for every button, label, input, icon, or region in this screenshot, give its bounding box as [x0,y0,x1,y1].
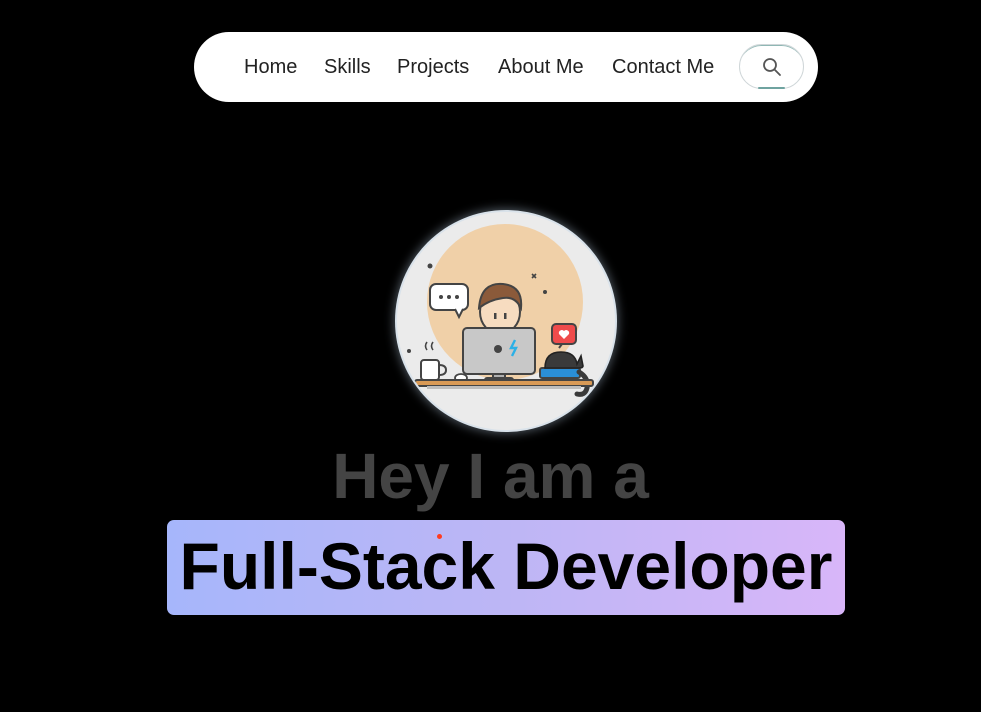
role-highlight-box: Full-Stack Developer [167,520,845,615]
search-button[interactable] [739,44,804,89]
nav-link-projects[interactable]: Projects [397,32,469,102]
page: Home Skills Projects About Me Contact Me [0,0,981,712]
nav-link-home[interactable]: Home [244,32,297,102]
nav-link-contact-me[interactable]: Contact Me [612,32,714,102]
top-navbar: Home Skills Projects About Me Contact Me [194,32,818,102]
search-icon [762,57,781,76]
hero-role-text: Full-Stack Developer [179,529,833,603]
nav-link-about-me[interactable]: About Me [498,32,584,102]
developer-illustration [407,224,594,397]
hero-intro-text: Hey I am a [332,440,649,512]
profile-avatar [397,212,615,430]
nav-link-skills[interactable]: Skills [324,32,371,102]
cursor-dot [437,534,442,539]
